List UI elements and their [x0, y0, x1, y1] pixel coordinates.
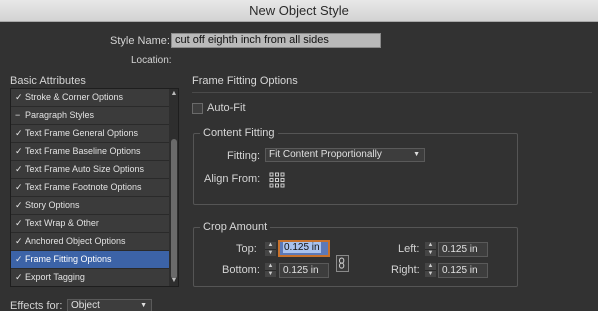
style-name-label: Style Name: [110, 35, 170, 47]
check-icon[interactable]: ✓ [15, 125, 25, 142]
right-input[interactable]: 0.125 in [438, 263, 488, 278]
stepper-down-icon[interactable]: ▼ [265, 270, 276, 277]
check-icon[interactable]: ✓ [15, 233, 25, 250]
top-stepper[interactable]: ▲ ▼ [265, 242, 276, 256]
window-title: New Object Style [0, 0, 598, 22]
scroll-down-arrow-icon[interactable]: ▼ [169, 276, 178, 286]
list-item-anchored-object[interactable]: ✓ Anchored Object Options [11, 233, 169, 251]
effects-for-dropdown[interactable]: Object ▼ [67, 299, 152, 311]
list-item-frame-fitting[interactable]: ✓ Frame Fitting Options [11, 251, 169, 269]
list-item-label: Story Options [25, 200, 80, 210]
list-item-stroke-corner[interactable]: ✓ Stroke & Corner Options [11, 89, 169, 107]
list-item-label: Stroke & Corner Options [25, 92, 124, 102]
basic-attributes-list: ✓ Stroke & Corner Options − Paragraph Styl… [10, 88, 179, 287]
list-item-label: Anchored Object Options [25, 236, 126, 246]
check-icon[interactable]: ✓ [15, 197, 25, 214]
list-item-label: Frame Fitting Options [25, 254, 112, 264]
scrollbar-thumb[interactable] [171, 139, 177, 279]
list-item-label: Text Frame Auto Size Options [25, 164, 145, 174]
stepper-up-icon[interactable]: ▲ [425, 263, 436, 270]
heading-divider [192, 92, 592, 93]
fitting-dropdown-value: Fit Content Proportionally [269, 149, 382, 160]
auto-fit-label: Auto-Fit [207, 102, 246, 114]
chevron-down-icon: ▼ [413, 151, 420, 158]
check-icon[interactable]: ✓ [15, 143, 25, 160]
crop-amount-group [193, 227, 518, 287]
list-item-text-frame-general[interactable]: ✓ Text Frame General Options [11, 125, 169, 143]
align-from-label: Align From: [204, 173, 261, 185]
chain-link-button[interactable] [336, 255, 349, 272]
list-item-story-options[interactable]: ✓ Story Options [11, 197, 169, 215]
basic-attributes-heading: Basic Attributes [10, 75, 86, 87]
list-item-text-wrap[interactable]: ✓ Text Wrap & Other [11, 215, 169, 233]
scroll-up-arrow-icon[interactable]: ▲ [169, 89, 178, 99]
list-scrollbar[interactable]: ▲ ▼ [169, 89, 178, 286]
reference-point-grid-icon[interactable] [269, 172, 285, 188]
effects-for-value: Object [71, 300, 100, 311]
bottom-input[interactable]: 0.125 in [279, 263, 329, 278]
content-fitting-title: Content Fitting [200, 127, 278, 139]
check-icon[interactable]: ✓ [15, 161, 25, 178]
right-label: Right: [391, 264, 420, 276]
check-icon[interactable]: ✓ [15, 89, 25, 106]
stepper-up-icon[interactable]: ▲ [265, 263, 276, 270]
left-input[interactable]: 0.125 in [438, 242, 488, 257]
stepper-up-icon[interactable]: ▲ [265, 242, 276, 249]
mixed-state-icon[interactable]: − [15, 107, 25, 124]
auto-fit-checkbox[interactable] [192, 103, 203, 114]
stepper-down-icon[interactable]: ▼ [425, 249, 436, 256]
list-item-paragraph-styles[interactable]: − Paragraph Styles [11, 107, 169, 125]
top-input[interactable]: 0.125 in [278, 240, 330, 257]
frame-fitting-heading: Frame Fitting Options [192, 75, 298, 87]
crop-amount-title: Crop Amount [200, 221, 271, 233]
left-label: Left: [398, 243, 420, 255]
list-item-text-frame-auto-size[interactable]: ✓ Text Frame Auto Size Options [11, 161, 169, 179]
list-item-label: Export Tagging [25, 272, 85, 282]
top-label: Top: [236, 243, 257, 255]
chain-link-icon [339, 257, 345, 269]
chevron-down-icon: ▼ [140, 302, 147, 309]
effects-for-label: Effects for: [10, 300, 63, 311]
left-stepper[interactable]: ▲ ▼ [425, 242, 436, 256]
stepper-up-icon[interactable]: ▲ [425, 242, 436, 249]
list-item-text-frame-footnote[interactable]: ✓ Text Frame Footnote Options [11, 179, 169, 197]
style-name-input[interactable]: cut off eighth inch from all sides [171, 33, 381, 48]
bottom-label: Bottom: [222, 264, 260, 276]
bottom-stepper[interactable]: ▲ ▼ [265, 263, 276, 277]
stepper-down-icon[interactable]: ▼ [265, 249, 276, 256]
location-label: Location: [131, 55, 172, 66]
list-item-label: Text Frame Baseline Options [25, 146, 141, 156]
list-item-label: Text Frame Footnote Options [25, 182, 142, 192]
content-fitting-group [193, 133, 518, 205]
fitting-label: Fitting: [227, 150, 261, 162]
check-icon[interactable]: ✓ [15, 215, 25, 232]
list-item-label: Text Wrap & Other [25, 218, 99, 228]
list-item-text-frame-baseline[interactable]: ✓ Text Frame Baseline Options [11, 143, 169, 161]
fitting-dropdown[interactable]: Fit Content Proportionally ▼ [265, 148, 425, 162]
list-item-label: Paragraph Styles [25, 110, 95, 120]
stepper-down-icon[interactable]: ▼ [425, 270, 436, 277]
check-icon[interactable]: ✓ [15, 251, 25, 268]
check-icon[interactable]: ✓ [15, 269, 25, 286]
list-item-label: Text Frame General Options [25, 128, 139, 138]
right-stepper[interactable]: ▲ ▼ [425, 263, 436, 277]
check-icon[interactable]: ✓ [15, 179, 25, 196]
top-input-value: 0.125 in [283, 242, 321, 253]
list-item-export-tagging[interactable]: ✓ Export Tagging [11, 269, 169, 286]
